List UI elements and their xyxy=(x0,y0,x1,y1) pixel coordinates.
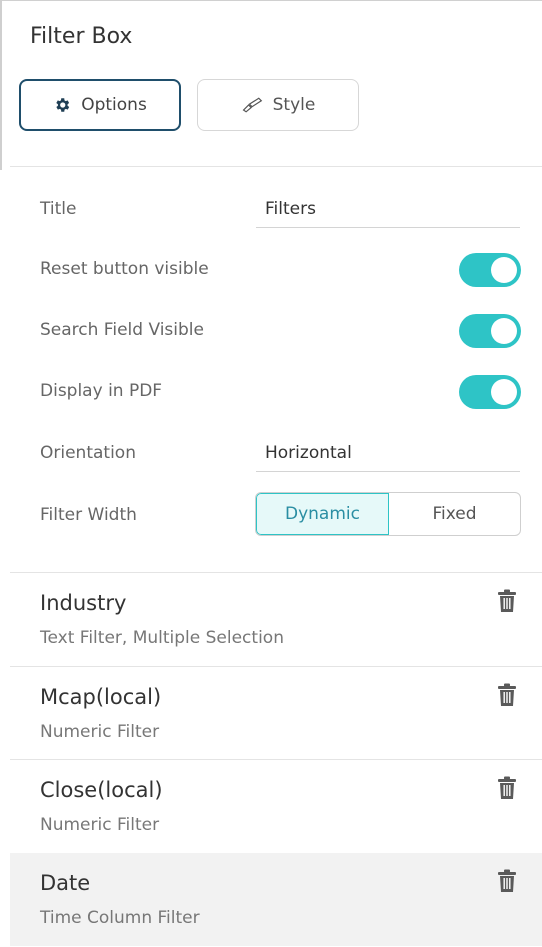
panel-title: Filter Box xyxy=(30,24,133,49)
filter-list-item[interactable]: Close(local) Numeric Filter xyxy=(10,760,542,853)
trash-icon[interactable] xyxy=(497,589,517,613)
divider xyxy=(10,166,542,167)
filter-list-item[interactable]: Industry Text Filter, Multiple Selection xyxy=(10,573,542,666)
brush-icon xyxy=(241,96,263,114)
trash-icon[interactable] xyxy=(497,683,517,707)
search-field-visible-toggle[interactable] xyxy=(459,314,521,348)
reset-button-visible-label: Reset button visible xyxy=(40,259,209,279)
title-input[interactable] xyxy=(256,190,520,228)
toggle-knob xyxy=(491,257,517,283)
display-in-pdf-label: Display in PDF xyxy=(40,381,163,401)
orientation-input[interactable] xyxy=(256,434,520,472)
trash-icon[interactable] xyxy=(497,776,517,800)
toggle-knob xyxy=(491,379,517,405)
filter-description: Time Column Filter xyxy=(40,908,200,928)
trash-icon[interactable] xyxy=(497,869,517,893)
filter-description: Text Filter, Multiple Selection xyxy=(40,628,284,648)
top-border xyxy=(0,0,542,1)
filter-list-item-selected[interactable]: Date Time Column Filter xyxy=(10,853,542,946)
options-tab-button[interactable]: Options xyxy=(19,79,181,131)
title-label: Title xyxy=(40,199,77,219)
style-tab-button[interactable]: Style xyxy=(197,79,359,131)
filter-name: Mcap(local) xyxy=(40,685,162,709)
filter-box-panel: Filter Box Options Style Title Reset but… xyxy=(0,0,542,947)
display-in-pdf-toggle[interactable] xyxy=(459,375,521,409)
filter-name: Industry xyxy=(40,591,127,615)
toggle-knob xyxy=(491,318,517,344)
gear-icon xyxy=(53,96,71,114)
filter-description: Numeric Filter xyxy=(40,722,160,742)
filter-description: Numeric Filter xyxy=(40,815,160,835)
options-tab-label: Options xyxy=(81,95,147,115)
filter-list-item[interactable]: Mcap(local) Numeric Filter xyxy=(10,667,542,760)
style-tab-label: Style xyxy=(272,95,316,115)
search-field-visible-label: Search Field Visible xyxy=(40,320,204,340)
filter-width-segmented-control: Dynamic Fixed xyxy=(255,492,521,536)
filter-width-fixed-button[interactable]: Fixed xyxy=(389,493,520,535)
filter-name: Close(local) xyxy=(40,778,163,802)
left-border xyxy=(0,0,2,170)
orientation-label: Orientation xyxy=(40,443,136,463)
filter-width-label: Filter Width xyxy=(40,505,137,525)
reset-button-visible-toggle[interactable] xyxy=(459,253,521,287)
filter-name: Date xyxy=(40,871,91,895)
filter-width-dynamic-button[interactable]: Dynamic xyxy=(256,493,389,535)
